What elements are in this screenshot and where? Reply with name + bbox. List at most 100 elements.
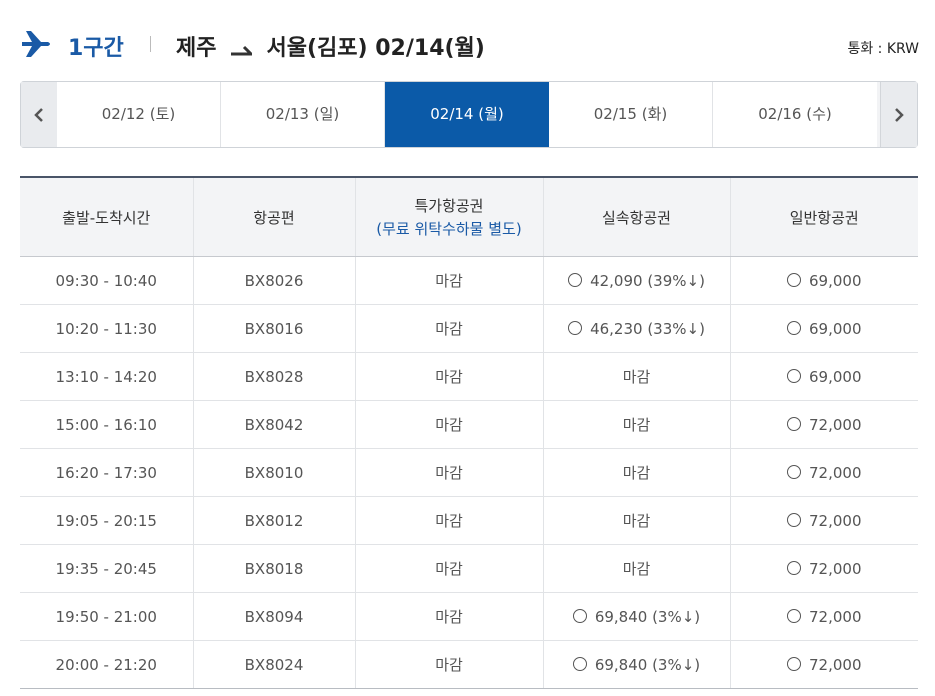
flight-number: BX8026 bbox=[192, 256, 355, 305]
radio-icon[interactable] bbox=[787, 464, 801, 479]
radio-icon[interactable] bbox=[787, 512, 801, 527]
regular-fare-cell[interactable]: 72,000 bbox=[729, 496, 918, 545]
departure-arrival-time: 10:20 - 11:30 bbox=[20, 304, 193, 353]
date-tab-active[interactable]: 02/14 (월) bbox=[385, 82, 549, 147]
col-header-time: 출발-도착시간 bbox=[20, 177, 193, 257]
flight-number: BX8012 bbox=[192, 496, 355, 545]
special-fare-cell: 마감 bbox=[354, 640, 543, 689]
date-tab[interactable]: 02/12 (토) bbox=[57, 82, 221, 147]
segment-header: 1구간 제주 서울(김포) 02/14(월) 통화 : KRW bbox=[20, 24, 919, 64]
special-fare-cell: 마감 bbox=[354, 448, 543, 497]
departure-arrival-time: 19:35 - 20:45 bbox=[20, 544, 193, 593]
fare-price: 72,000 bbox=[809, 415, 862, 434]
fare-price: 42,090 (39%↓) bbox=[590, 271, 705, 290]
radio-icon[interactable] bbox=[568, 272, 583, 287]
departure-arrival-time: 19:05 - 20:15 bbox=[20, 496, 193, 545]
radio-icon[interactable] bbox=[787, 608, 801, 623]
route-arrow-icon bbox=[230, 39, 256, 56]
discount-fare-cell: 마감 bbox=[542, 448, 730, 497]
special-fare-note: (무료 위탁수하물 별도) bbox=[376, 220, 522, 238]
discount-fare-cell[interactable]: 69,840 (3%↓) bbox=[542, 592, 730, 641]
radio-icon[interactable] bbox=[568, 320, 583, 335]
regular-fare-cell[interactable]: 72,000 bbox=[729, 448, 918, 497]
special-fare-cell: 마감 bbox=[354, 496, 543, 545]
fare-price: 69,840 (3%↓) bbox=[594, 655, 701, 674]
fare-price: 69,000 bbox=[809, 319, 862, 338]
special-fare-cell: 마감 bbox=[354, 352, 543, 401]
special-fare-cell: 마감 bbox=[354, 256, 543, 305]
discount-fare-cell: 마감 bbox=[542, 352, 730, 401]
route-title: 제주 서울(김포) 02/14(월) bbox=[176, 30, 485, 62]
chevron-right-icon bbox=[895, 107, 904, 122]
radio-icon[interactable] bbox=[787, 272, 801, 287]
table-row: 19:05 - 20:15 BX8012 마감 마감 72,000 bbox=[20, 496, 918, 545]
departure-arrival-time: 13:10 - 14:20 bbox=[20, 352, 193, 401]
flight-number: BX8024 bbox=[192, 640, 355, 689]
date-tab[interactable]: 02/15 (화) bbox=[549, 82, 713, 147]
table-header-row: 출발-도착시간 항공편 특가항공권 (무료 위탁수하물 별도) 실속항공권 일반… bbox=[20, 177, 918, 257]
fare-price: 72,000 bbox=[809, 655, 862, 674]
currency-label: 통화 : KRW bbox=[847, 41, 919, 57]
table-row: 15:00 - 16:10 BX8042 마감 마감 72,000 bbox=[20, 400, 918, 449]
flight-table: 출발-도착시간 항공편 특가항공권 (무료 위탁수하물 별도) 실속항공권 일반… bbox=[20, 176, 918, 689]
date-tab[interactable]: 02/13 (일) bbox=[221, 82, 385, 147]
flight-number: BX8010 bbox=[192, 448, 355, 497]
regular-fare-cell[interactable]: 72,000 bbox=[729, 544, 918, 593]
discount-fare-cell[interactable]: 42,090 (39%↓) bbox=[542, 256, 730, 305]
flight-number: BX8016 bbox=[192, 304, 355, 353]
departure-arrival-time: 20:00 - 21:20 bbox=[20, 640, 193, 689]
regular-fare-cell[interactable]: 69,000 bbox=[729, 256, 918, 305]
table-row: 09:30 - 10:40 BX8026 마감 42,090 (39%↓) 69,000 bbox=[20, 256, 918, 305]
departure-arrival-time: 09:30 - 10:40 bbox=[20, 256, 193, 305]
radio-icon[interactable] bbox=[787, 416, 801, 431]
regular-fare-cell[interactable]: 72,000 bbox=[729, 640, 918, 689]
special-fare-cell: 마감 bbox=[354, 400, 543, 449]
fare-price: 72,000 bbox=[809, 607, 862, 626]
origin-city: 제주 bbox=[176, 36, 217, 61]
discount-fare-cell[interactable]: 46,230 (33%↓) bbox=[542, 304, 730, 353]
destination-city: 서울(김포) bbox=[266, 36, 368, 61]
col-header-special: 특가항공권 (무료 위탁수하물 별도) bbox=[354, 177, 543, 257]
table-row: 13:10 - 14:20 BX8028 마감 마감 69,000 bbox=[20, 352, 918, 401]
date-tabs: 02/12 (토) 02/13 (일) 02/14 (월) 02/15 (화) … bbox=[57, 82, 877, 147]
table-row: 16:20 - 17:30 BX8010 마감 마감 72,000 bbox=[20, 448, 918, 497]
table-row: 20:00 - 21:20 BX8024 마감 69,840 (3%↓) 72,000 bbox=[20, 640, 918, 689]
col-header-regular: 일반항공권 bbox=[729, 177, 918, 257]
fare-price: 69,000 bbox=[809, 367, 862, 386]
radio-icon[interactable] bbox=[572, 656, 587, 671]
special-fare-cell: 마감 bbox=[354, 544, 543, 593]
chevron-left-icon bbox=[34, 107, 43, 122]
discount-fare-cell: 마감 bbox=[542, 400, 730, 449]
departure-arrival-time: 19:50 - 21:00 bbox=[20, 592, 193, 641]
date-selector: 02/12 (토) 02/13 (일) 02/14 (월) 02/15 (화) … bbox=[20, 81, 918, 148]
fare-price: 69,000 bbox=[809, 271, 862, 290]
next-dates-button[interactable] bbox=[880, 82, 917, 147]
col-header-flight: 항공편 bbox=[192, 177, 355, 257]
special-fare-label: 특가항공권 bbox=[414, 197, 484, 215]
radio-icon[interactable] bbox=[787, 560, 801, 575]
table-row: 10:20 - 11:30 BX8016 마감 46,230 (33%↓) 69,000 bbox=[20, 304, 918, 353]
regular-fare-cell[interactable]: 72,000 bbox=[729, 400, 918, 449]
regular-fare-cell[interactable]: 72,000 bbox=[729, 592, 918, 641]
header-divider bbox=[150, 36, 151, 52]
fare-price: 72,000 bbox=[809, 559, 862, 578]
flight-number: BX8042 bbox=[192, 400, 355, 449]
flight-number: BX8018 bbox=[192, 544, 355, 593]
airplane-icon bbox=[22, 31, 50, 57]
fare-price: 72,000 bbox=[809, 511, 862, 530]
special-fare-cell: 마감 bbox=[354, 304, 543, 353]
radio-icon[interactable] bbox=[787, 368, 801, 383]
table-row: 19:35 - 20:45 BX8018 마감 마감 72,000 bbox=[20, 544, 918, 593]
prev-dates-button[interactable] bbox=[21, 82, 58, 147]
date-tab[interactable]: 02/16 (수) bbox=[713, 82, 877, 147]
radio-icon[interactable] bbox=[787, 656, 801, 671]
route-date: 02/14(월) bbox=[375, 36, 485, 61]
discount-fare-cell: 마감 bbox=[542, 496, 730, 545]
regular-fare-cell[interactable]: 69,000 bbox=[729, 304, 918, 353]
departure-arrival-time: 15:00 - 16:10 bbox=[20, 400, 193, 449]
segment-label: 1구간 bbox=[68, 36, 124, 61]
regular-fare-cell[interactable]: 69,000 bbox=[729, 352, 918, 401]
discount-fare-cell[interactable]: 69,840 (3%↓) bbox=[542, 640, 730, 689]
radio-icon[interactable] bbox=[572, 608, 587, 623]
radio-icon[interactable] bbox=[787, 320, 801, 335]
